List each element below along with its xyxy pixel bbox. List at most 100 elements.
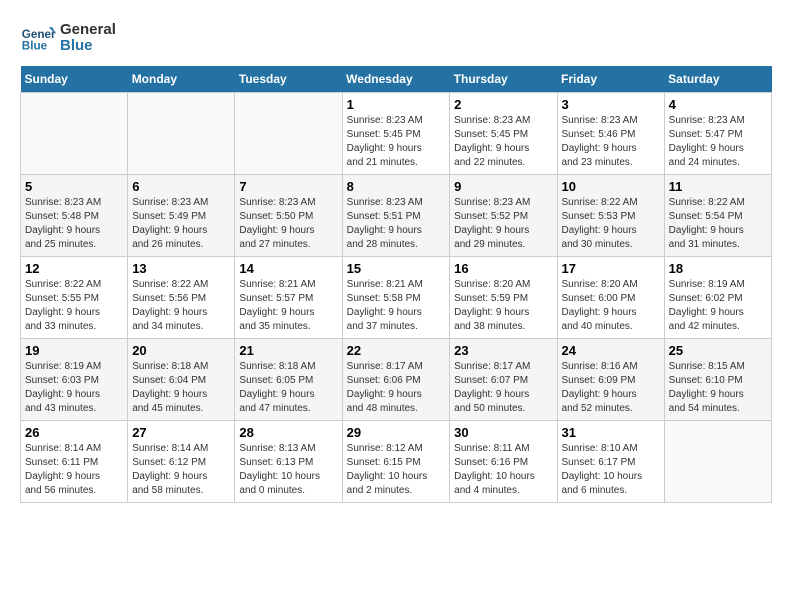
day-info: Sunrise: 8:17 AM Sunset: 6:06 PM Dayligh…: [347, 360, 446, 416]
day-number: 31: [562, 425, 660, 440]
day-number: 25: [669, 343, 767, 358]
day-info: Sunrise: 8:20 AM Sunset: 5:59 PM Dayligh…: [454, 278, 552, 334]
day-number: 13: [132, 261, 230, 276]
day-number: 23: [454, 343, 552, 358]
day-number: 4: [669, 97, 767, 112]
day-number: 27: [132, 425, 230, 440]
day-info: Sunrise: 8:10 AM Sunset: 6:17 PM Dayligh…: [562, 442, 660, 498]
day-info: Sunrise: 8:22 AM Sunset: 5:53 PM Dayligh…: [562, 196, 660, 252]
day-number: 28: [239, 425, 337, 440]
calendar-cell: 6 Sunrise: 8:23 AM Sunset: 5:49 PM Daylig…: [128, 175, 235, 257]
svg-text:Blue: Blue: [22, 40, 48, 53]
day-info: Sunrise: 8:16 AM Sunset: 6:09 PM Dayligh…: [562, 360, 660, 416]
day-info: Sunrise: 8:22 AM Sunset: 5:54 PM Dayligh…: [669, 196, 767, 252]
day-info: Sunrise: 8:18 AM Sunset: 6:05 PM Dayligh…: [239, 360, 337, 416]
day-number: 19: [25, 343, 123, 358]
calendar-cell: 22 Sunrise: 8:17 AM Sunset: 6:06 PM Dayli…: [342, 339, 450, 421]
calendar-cell: 7 Sunrise: 8:23 AM Sunset: 5:50 PM Daylig…: [235, 175, 342, 257]
day-info: Sunrise: 8:19 AM Sunset: 6:03 PM Dayligh…: [25, 360, 123, 416]
page-header: General Blue General Blue: [20, 20, 772, 56]
day-number: 26: [25, 425, 123, 440]
weekday-header-thursday: Thursday: [450, 66, 557, 93]
day-number: 10: [562, 179, 660, 194]
calendar-cell: 16Sunrise: 8:20 AM Sunset: 5:59 PM Dayli…: [450, 257, 557, 339]
calendar-cell: [664, 421, 771, 503]
calendar-cell: 5 Sunrise: 8:23 AM Sunset: 5:48 PM Daylig…: [21, 175, 128, 257]
calendar-cell: 25 Sunrise: 8:15 AM Sunset: 6:10 PM Dayli…: [664, 339, 771, 421]
day-number: 3: [562, 97, 660, 112]
day-info: Sunrise: 8:23 AM Sunset: 5:48 PM Dayligh…: [25, 196, 123, 252]
calendar-cell: 9 Sunrise: 8:23 AM Sunset: 5:52 PM Daylig…: [450, 175, 557, 257]
calendar-cell: 31 Sunrise: 8:10 AM Sunset: 6:17 PM Dayli…: [557, 421, 664, 503]
day-number: 18: [669, 261, 767, 276]
calendar-cell: 30 Sunrise: 8:11 AM Sunset: 6:16 PM Dayli…: [450, 421, 557, 503]
day-number: 24: [562, 343, 660, 358]
day-number: 6: [132, 179, 230, 194]
logo: General Blue General Blue: [20, 20, 116, 56]
calendar-cell: 13 Sunrise: 8:22 AM Sunset: 5:56 PM Dayli…: [128, 257, 235, 339]
day-number: 30: [454, 425, 552, 440]
day-info: Sunrise: 8:21 AM Sunset: 5:58 PM Dayligh…: [347, 278, 446, 334]
calendar-cell: 4 Sunrise: 8:23 AM Sunset: 5:47 PM Daylig…: [664, 93, 771, 175]
calendar-cell: 15 Sunrise: 8:21 AM Sunset: 5:58 PM Dayli…: [342, 257, 450, 339]
calendar-cell: 10 Sunrise: 8:22 AM Sunset: 5:53 PM Dayli…: [557, 175, 664, 257]
day-number: 11: [669, 179, 767, 194]
calendar-cell: 11 Sunrise: 8:22 AM Sunset: 5:54 PM Dayli…: [664, 175, 771, 257]
day-number: 9: [454, 179, 552, 194]
day-number: 14: [239, 261, 337, 276]
day-info: Sunrise: 8:14 AM Sunset: 6:11 PM Dayligh…: [25, 442, 123, 498]
day-info: Sunrise: 8:15 AM Sunset: 6:10 PM Dayligh…: [669, 360, 767, 416]
day-number: 29: [347, 425, 446, 440]
day-info: Sunrise: 8:14 AM Sunset: 6:12 PM Dayligh…: [132, 442, 230, 498]
weekday-header-saturday: Saturday: [664, 66, 771, 93]
day-number: 21: [239, 343, 337, 358]
weekday-header-sunday: Sunday: [21, 66, 128, 93]
calendar-cell: 28 Sunrise: 8:13 AM Sunset: 6:13 PM Dayli…: [235, 421, 342, 503]
day-info: Sunrise: 8:22 AM Sunset: 5:55 PM Dayligh…: [25, 278, 123, 334]
day-info: Sunrise: 8:23 AM Sunset: 5:46 PM Dayligh…: [562, 114, 660, 170]
day-number: 8: [347, 179, 446, 194]
day-info: Sunrise: 8:23 AM Sunset: 5:47 PM Dayligh…: [669, 114, 767, 170]
weekday-header-tuesday: Tuesday: [235, 66, 342, 93]
calendar-table: SundayMondayTuesdayWednesdayThursdayFrid…: [20, 66, 772, 503]
logo-icon: General Blue: [20, 20, 56, 56]
weekday-header-friday: Friday: [557, 66, 664, 93]
day-info: Sunrise: 8:23 AM Sunset: 5:51 PM Dayligh…: [347, 196, 446, 252]
day-number: 2: [454, 97, 552, 112]
weekday-header-wednesday: Wednesday: [342, 66, 450, 93]
calendar-cell: 19 Sunrise: 8:19 AM Sunset: 6:03 PM Dayli…: [21, 339, 128, 421]
calendar-cell: 8 Sunrise: 8:23 AM Sunset: 5:51 PM Daylig…: [342, 175, 450, 257]
calendar-cell: 24 Sunrise: 8:16 AM Sunset: 6:09 PM Dayli…: [557, 339, 664, 421]
day-info: Sunrise: 8:23 AM Sunset: 5:50 PM Dayligh…: [239, 196, 337, 252]
calendar-cell: 1 Sunrise: 8:23 AM Sunset: 5:45 PM Daylig…: [342, 93, 450, 175]
day-number: 17: [562, 261, 660, 276]
day-info: Sunrise: 8:23 AM Sunset: 5:52 PM Dayligh…: [454, 196, 552, 252]
day-info: Sunrise: 8:23 AM Sunset: 5:45 PM Dayligh…: [454, 114, 552, 170]
day-info: Sunrise: 8:19 AM Sunset: 6:02 PM Dayligh…: [669, 278, 767, 334]
day-info: Sunrise: 8:13 AM Sunset: 6:13 PM Dayligh…: [239, 442, 337, 498]
calendar-cell: 23 Sunrise: 8:17 AM Sunset: 6:07 PM Dayli…: [450, 339, 557, 421]
day-info: Sunrise: 8:23 AM Sunset: 5:49 PM Dayligh…: [132, 196, 230, 252]
day-number: 5: [25, 179, 123, 194]
day-number: 20: [132, 343, 230, 358]
calendar-cell: 20Sunrise: 8:18 AM Sunset: 6:04 PM Dayli…: [128, 339, 235, 421]
calendar-cell: [21, 93, 128, 175]
day-info: Sunrise: 8:17 AM Sunset: 6:07 PM Dayligh…: [454, 360, 552, 416]
day-number: 15: [347, 261, 446, 276]
day-number: 1: [347, 97, 446, 112]
weekday-header-monday: Monday: [128, 66, 235, 93]
calendar-cell: 27 Sunrise: 8:14 AM Sunset: 6:12 PM Dayli…: [128, 421, 235, 503]
day-info: Sunrise: 8:21 AM Sunset: 5:57 PM Dayligh…: [239, 278, 337, 334]
day-info: Sunrise: 8:20 AM Sunset: 6:00 PM Dayligh…: [562, 278, 660, 334]
day-info: Sunrise: 8:23 AM Sunset: 5:45 PM Dayligh…: [347, 114, 446, 170]
day-info: Sunrise: 8:12 AM Sunset: 6:15 PM Dayligh…: [347, 442, 446, 498]
calendar-cell: 29 Sunrise: 8:12 AM Sunset: 6:15 PM Dayli…: [342, 421, 450, 503]
calendar-cell: [128, 93, 235, 175]
day-number: 12: [25, 261, 123, 276]
day-info: Sunrise: 8:22 AM Sunset: 5:56 PM Dayligh…: [132, 278, 230, 334]
day-number: 7: [239, 179, 337, 194]
calendar-cell: 17 Sunrise: 8:20 AM Sunset: 6:00 PM Dayli…: [557, 257, 664, 339]
day-number: 22: [347, 343, 446, 358]
day-info: Sunrise: 8:11 AM Sunset: 6:16 PM Dayligh…: [454, 442, 552, 498]
calendar-cell: 26 Sunrise: 8:14 AM Sunset: 6:11 PM Dayli…: [21, 421, 128, 503]
